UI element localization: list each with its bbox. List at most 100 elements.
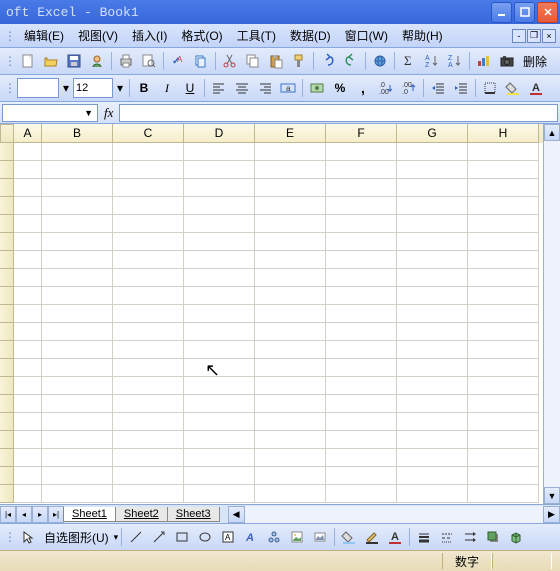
cell[interactable] [468,341,539,359]
cell[interactable] [468,485,539,503]
cell[interactable] [184,287,255,305]
tab-first-button[interactable]: |◂ [0,506,16,523]
cell[interactable] [397,413,468,431]
col-header-H[interactable]: H [468,124,539,143]
tab-last-button[interactable]: ▸| [48,506,64,523]
cell[interactable] [113,287,184,305]
cell[interactable] [468,161,539,179]
cell[interactable] [397,449,468,467]
cell[interactable] [326,251,397,269]
cell[interactable] [397,323,468,341]
sheet-tab-2[interactable]: Sheet2 [115,507,168,522]
cell[interactable] [42,269,113,287]
cell[interactable] [468,179,539,197]
menu-help[interactable]: 帮助(H) [396,25,449,46]
cell[interactable] [14,251,42,269]
decrease-indent-button[interactable] [427,77,449,99]
line-color-button[interactable] [361,526,383,548]
col-header-G[interactable]: G [397,124,468,143]
cell[interactable] [326,395,397,413]
row-header[interactable] [0,485,14,503]
research-button[interactable] [190,50,212,72]
cell[interactable] [14,287,42,305]
cell[interactable] [255,161,326,179]
print-preview-button[interactable] [138,50,160,72]
cell[interactable] [255,323,326,341]
cell[interactable] [255,467,326,485]
menu-edit[interactable]: 编辑(E) [18,25,70,46]
cell[interactable] [255,305,326,323]
cell[interactable] [397,179,468,197]
comma-button[interactable]: , [352,77,374,99]
copy-button[interactable] [242,50,264,72]
print-button[interactable] [115,50,137,72]
cell[interactable] [113,323,184,341]
cell[interactable] [468,467,539,485]
cell[interactable] [184,449,255,467]
cell[interactable] [184,233,255,251]
cell[interactable] [113,251,184,269]
cell[interactable] [326,197,397,215]
cell[interactable] [184,431,255,449]
cell[interactable] [397,197,468,215]
horizontal-scrollbar[interactable]: ◀ ▶ [228,506,560,523]
cell[interactable] [14,197,42,215]
cell[interactable] [184,251,255,269]
cell[interactable] [14,269,42,287]
cell[interactable] [326,467,397,485]
dropdown-icon[interactable]: ▾ [60,81,72,95]
cell[interactable] [42,305,113,323]
cell[interactable] [184,413,255,431]
mdi-minimize[interactable]: - [512,29,526,43]
cell[interactable] [326,215,397,233]
tab-prev-button[interactable]: ◂ [16,506,32,523]
row-header[interactable] [0,305,14,323]
cut-button[interactable] [219,50,241,72]
col-header-B[interactable]: B [42,124,113,143]
cell[interactable] [14,359,42,377]
align-center-button[interactable] [231,77,253,99]
cell[interactable] [184,179,255,197]
dropdown-icon[interactable]: ▾ [114,81,126,95]
currency-button[interactable] [306,77,328,99]
diagram-button[interactable] [263,526,285,548]
cell[interactable] [397,467,468,485]
autosum-button[interactable]: Σ [398,50,420,72]
cell[interactable] [326,449,397,467]
italic-button[interactable]: I [156,77,178,99]
cell[interactable] [255,179,326,197]
line-button[interactable] [125,526,147,548]
row-header[interactable] [0,161,14,179]
cell[interactable] [255,449,326,467]
cell[interactable] [255,251,326,269]
cell[interactable] [468,287,539,305]
cell[interactable] [14,233,42,251]
spelling-button[interactable]: ✓A [167,50,189,72]
row-header[interactable] [0,431,14,449]
cell[interactable] [113,341,184,359]
cell[interactable] [113,269,184,287]
maximize-button[interactable] [514,2,535,23]
cell[interactable] [326,287,397,305]
cell[interactable] [113,467,184,485]
cell[interactable] [397,233,468,251]
cell[interactable] [184,161,255,179]
vertical-scrollbar[interactable]: ▲ ▼ [543,124,560,504]
cell[interactable] [14,179,42,197]
cell[interactable] [468,431,539,449]
cell[interactable] [255,143,326,161]
cell[interactable] [468,215,539,233]
align-right-button[interactable] [254,77,276,99]
open-button[interactable] [40,50,62,72]
cell[interactable] [14,215,42,233]
oval-button[interactable] [194,526,216,548]
picture-button[interactable] [309,526,331,548]
menu-tools[interactable]: 工具(T) [231,25,282,46]
row-header[interactable] [0,251,14,269]
row-header[interactable] [0,449,14,467]
font-color-draw-button[interactable]: A [384,526,406,548]
cell[interactable] [468,377,539,395]
name-box[interactable]: ▼ [2,104,98,122]
minimize-button[interactable] [491,2,512,23]
cell[interactable] [113,197,184,215]
